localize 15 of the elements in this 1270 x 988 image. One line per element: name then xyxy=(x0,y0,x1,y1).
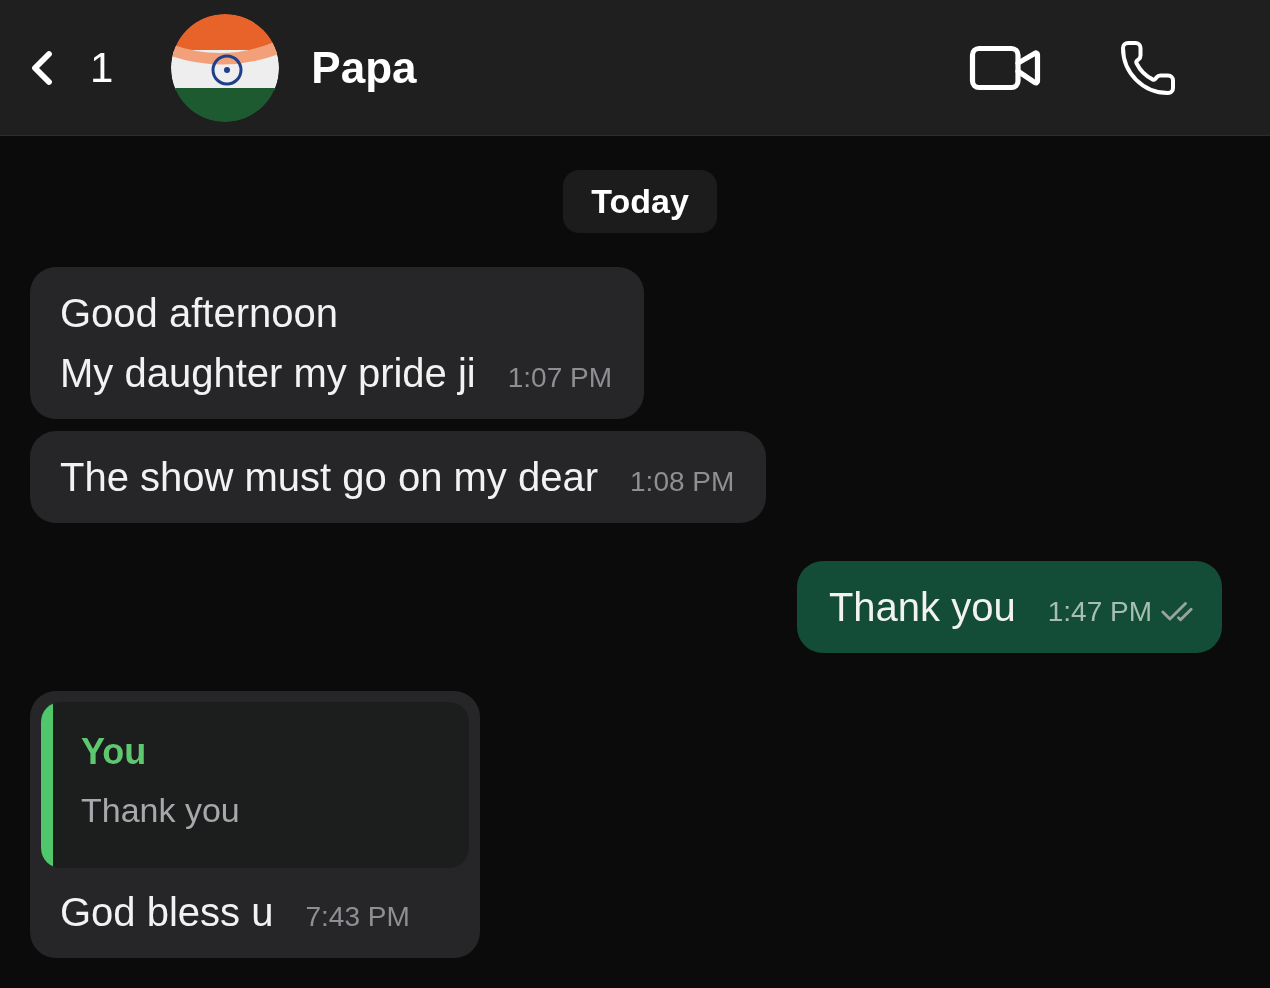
message-text: God bless u xyxy=(60,889,274,936)
back-button[interactable]: 1 xyxy=(14,36,114,99)
quote-text: Thank you xyxy=(81,790,240,831)
message-text: My daughter my pride ji xyxy=(60,350,476,397)
message-time: 1:47 PM xyxy=(1047,595,1152,629)
quote-author: You xyxy=(81,730,148,774)
message-text: The show must go on my dear xyxy=(60,454,599,501)
quoted-message[interactable]: You Thank you xyxy=(41,702,469,868)
message-text: Good afternoon xyxy=(60,290,339,337)
date-chip: Today xyxy=(563,170,717,233)
message-text: Thank you xyxy=(828,584,1016,631)
contact-name[interactable]: Papa xyxy=(311,34,417,101)
message-time: 7:43 PM xyxy=(305,900,410,934)
message-time: 1:07 PM xyxy=(507,361,612,395)
message-time: 1:08 PM xyxy=(630,465,735,499)
